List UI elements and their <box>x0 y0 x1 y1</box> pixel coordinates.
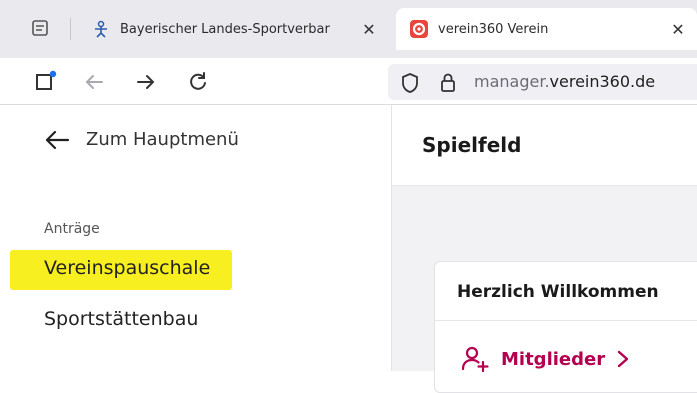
shield-icon[interactable] <box>400 72 420 98</box>
tab-title: verein360 Verein <box>438 21 549 37</box>
browser-toolbar: manager.verein360.de <box>0 58 697 105</box>
tab-blsv[interactable]: Bayerischer Landes-Sportverbar ✕ <box>78 8 388 50</box>
close-icon[interactable]: ✕ <box>358 20 380 39</box>
blsv-favicon-icon <box>90 18 112 40</box>
members-link[interactable]: Mitglieder <box>461 346 629 372</box>
sidebar-item-sportstaettenbau[interactable]: Sportstättenbau <box>44 308 198 330</box>
address-bar[interactable]: manager.verein360.de <box>388 64 697 100</box>
chevron-right-icon <box>617 350 629 368</box>
sidebar-item-vereinspauschale[interactable]: Vereinspauschale <box>44 257 210 279</box>
card-divider <box>435 320 697 321</box>
browser-tab-strip: Bayerischer Landes-Sportverbar ✕ verein3… <box>0 0 697 58</box>
url-text[interactable]: manager.verein360.de <box>474 72 655 91</box>
tab-list-icon[interactable] <box>30 18 50 38</box>
page-title: Spielfeld <box>422 133 522 157</box>
close-icon[interactable]: ✕ <box>667 20 689 39</box>
welcome-card: Herzlich Willkommen Mitglieder <box>434 261 697 393</box>
add-member-icon <box>461 346 489 372</box>
back-to-main-menu-link[interactable]: Zum Hauptmenü <box>44 129 239 150</box>
lock-icon[interactable] <box>438 71 458 97</box>
arrow-left-icon <box>45 130 70 149</box>
url-subdomain: manager. <box>474 72 550 91</box>
tab-verein360[interactable]: verein360 Verein ✕ <box>396 8 697 50</box>
main-content: Spielfeld Herzlich Willkommen Mitglieder <box>392 105 697 393</box>
page-header: Spielfeld <box>392 105 697 186</box>
new-tab-icon[interactable] <box>34 70 58 94</box>
verein360-favicon-icon <box>408 18 430 40</box>
reload-icon[interactable] <box>186 70 210 94</box>
sidebar: Zum Hauptmenü Anträge Vereinspauschale S… <box>0 105 392 371</box>
tab-title: Bayerischer Landes-Sportverbar <box>120 21 330 37</box>
tab-separator <box>70 18 71 40</box>
back-arrow-icon[interactable] <box>82 70 106 94</box>
back-link-label: Zum Hauptmenü <box>86 129 239 150</box>
section-heading-antraege: Anträge <box>44 221 100 237</box>
url-domain: verein360.de <box>549 72 656 91</box>
card-title: Herzlich Willkommen <box>457 282 659 302</box>
members-link-label: Mitglieder <box>501 348 606 370</box>
forward-arrow-icon[interactable] <box>134 70 158 94</box>
